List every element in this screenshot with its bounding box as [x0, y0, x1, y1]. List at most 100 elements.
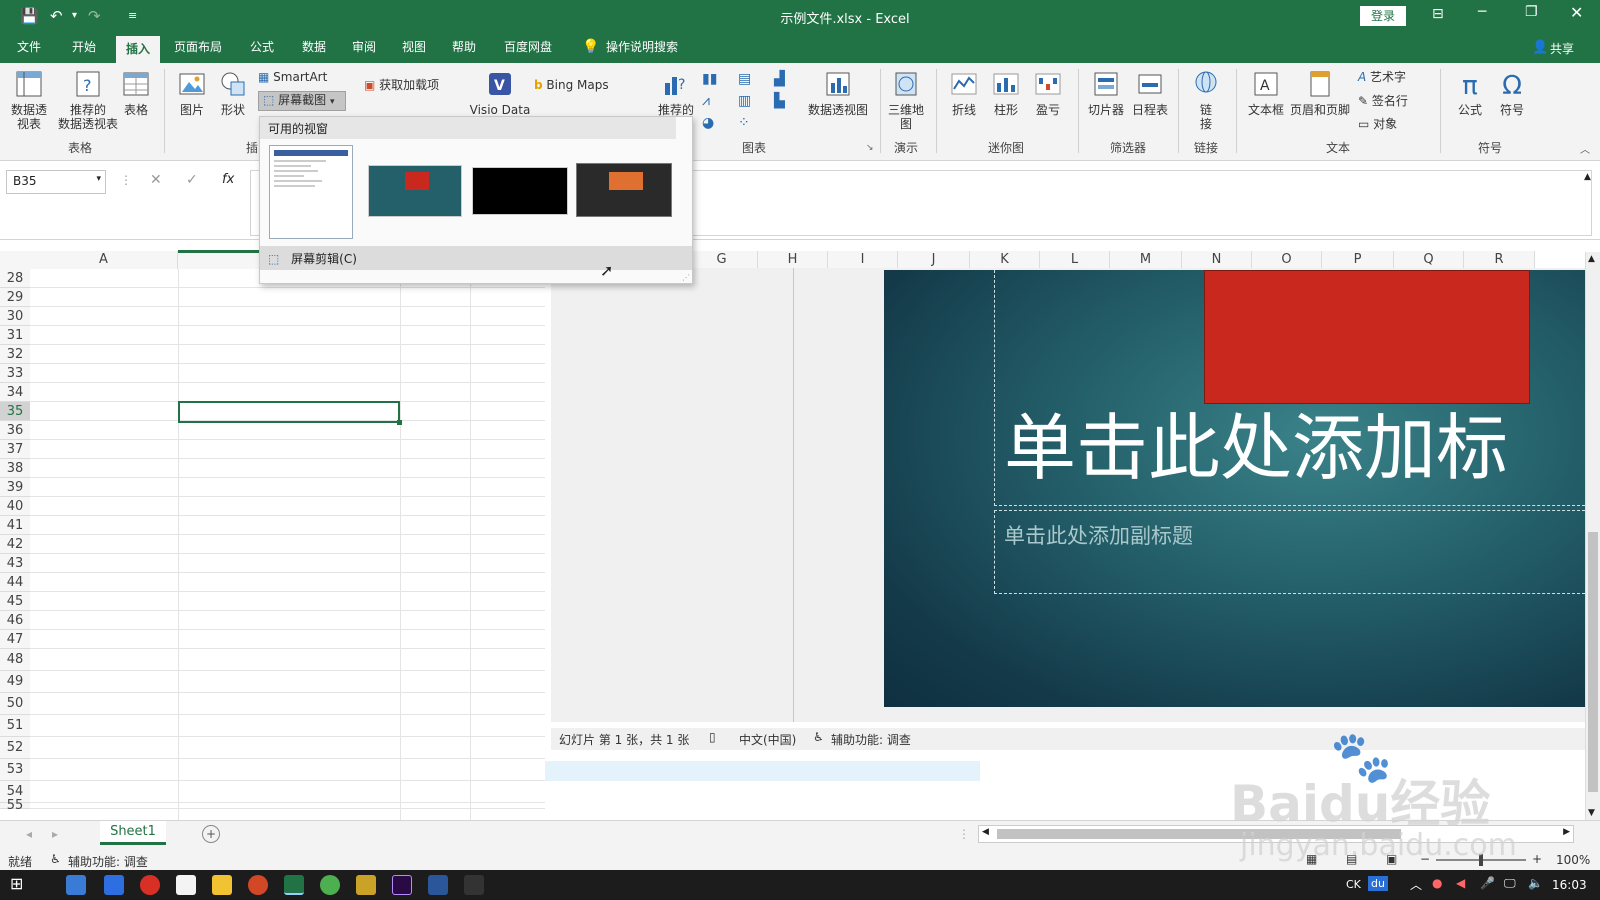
windows-start-icon[interactable]: ⊞ — [10, 874, 23, 893]
tab-review[interactable]: 审阅 — [346, 32, 382, 63]
column-header-o[interactable]: O — [1252, 251, 1322, 269]
login-button[interactable]: 登录 — [1360, 6, 1406, 26]
textbox-button[interactable]: A 文本框 — [1246, 69, 1286, 117]
window-thumbnail-ppt[interactable] — [368, 165, 462, 217]
row-header-53[interactable]: 53 — [0, 759, 30, 781]
row-header-33[interactable]: 33 — [0, 364, 30, 383]
vertical-scrollbar[interactable]: ▲ ▼ — [1585, 252, 1600, 820]
normal-view-icon[interactable]: ▦ — [1306, 852, 1317, 866]
taskbar-app-calendar-icon[interactable] — [176, 875, 196, 895]
window-thumbnail-black[interactable] — [472, 167, 568, 215]
tray-chevron-icon[interactable]: ︿ — [1410, 876, 1422, 893]
selected-cell-b35[interactable] — [178, 401, 400, 423]
fill-handle[interactable] — [397, 420, 402, 425]
tab-file[interactable]: 文件 — [11, 32, 47, 63]
tab-view[interactable]: 视图 — [396, 32, 432, 63]
zoom-slider-thumb[interactable] — [1479, 854, 1483, 866]
window-thumbnail-document[interactable] — [269, 145, 353, 239]
smartart-button[interactable]: ▦ SmartArt — [258, 69, 327, 85]
scroll-up-icon[interactable]: ▲ — [1588, 254, 1595, 264]
page-layout-view-icon[interactable]: ▤ — [1346, 852, 1357, 866]
dialog-launcher-icon[interactable]: ↘ — [866, 143, 874, 153]
pivotchart-button[interactable]: 数据透视图 — [806, 69, 870, 117]
split-handle-icon[interactable]: ⋮ — [958, 827, 970, 841]
taskbar-chrome-icon[interactable] — [320, 875, 340, 895]
waterfall-chart-icon[interactable]: ▟ — [774, 71, 785, 87]
share-button[interactable]: 共享 — [1550, 40, 1574, 57]
tab-page-layout[interactable]: 页面布局 — [168, 32, 228, 63]
tray-volume-icon[interactable]: 🔈 — [1528, 876, 1543, 890]
tab-insert[interactable]: 插入 — [116, 36, 161, 63]
taskbar-file-explorer-icon[interactable] — [212, 875, 232, 895]
sparkline-winloss-button[interactable]: 盈亏 — [1030, 69, 1066, 117]
row-header-48[interactable]: 48 — [0, 649, 30, 671]
taskbar-app-red-icon[interactable] — [140, 875, 160, 895]
row-header-36[interactable]: 36 — [0, 421, 30, 440]
horizontal-scrollbar[interactable]: ◀ ▶ — [978, 825, 1574, 843]
column-header-j[interactable]: J — [898, 251, 970, 269]
insert-function-icon[interactable]: fx — [222, 172, 234, 187]
column-header-g[interactable]: G — [686, 251, 758, 269]
ppt-language[interactable]: 中文(中国) — [739, 731, 796, 748]
screen-clipping-menu-item[interactable]: ⬚ 屏幕剪辑(C) — [260, 246, 692, 270]
row-header-47[interactable]: 47 — [0, 630, 30, 649]
row-header-49[interactable]: 49 — [0, 671, 30, 693]
scatter-chart-icon[interactable]: ⁘ — [738, 115, 750, 131]
tray-qq-icon[interactable]: ● — [1432, 876, 1442, 890]
taskbar-word-icon[interactable] — [428, 875, 448, 895]
tray-network-icon[interactable]: 🖵 — [1504, 876, 1516, 891]
pie-chart-icon[interactable]: ◕ — [702, 115, 714, 131]
column-header-i[interactable]: I — [828, 251, 898, 269]
row-header-51[interactable]: 51 — [0, 715, 30, 737]
sheet-tab-sheet1[interactable]: Sheet1 — [100, 821, 166, 845]
window-thumbnail-dark-app[interactable] — [576, 163, 672, 217]
enter-icon[interactable]: ✓ — [186, 172, 198, 188]
row-header-37[interactable]: 37 — [0, 440, 30, 459]
zoom-level[interactable]: 100% — [1556, 853, 1590, 867]
recommended-charts-button[interactable]: ? 推荐的 — [658, 69, 694, 117]
row-header-39[interactable]: 39 — [0, 478, 30, 497]
slicer-button[interactable]: 切片器 — [1086, 69, 1126, 117]
restore-icon[interactable]: ❐ — [1525, 4, 1538, 20]
row-header-42[interactable]: 42 — [0, 535, 30, 554]
3d-map-button[interactable]: 三维地 图 — [886, 69, 926, 131]
row-header-38[interactable]: 38 — [0, 459, 30, 478]
select-all-corner[interactable] — [0, 251, 30, 269]
header-footer-button[interactable]: 页眉和页脚 — [1288, 69, 1352, 117]
collapse-formula-icon[interactable]: ▲ — [1584, 172, 1591, 182]
resize-grip-icon[interactable]: ⋰ — [682, 273, 690, 282]
row-header-55[interactable]: 55 — [0, 799, 30, 812]
row-header-46[interactable]: 46 — [0, 611, 30, 630]
notes-icon[interactable]: ▯ — [709, 730, 716, 744]
zoom-out-icon[interactable]: − — [1420, 852, 1430, 866]
row-header-44[interactable]: 44 — [0, 573, 30, 592]
scroll-right-icon[interactable]: ▶ — [1563, 827, 1570, 837]
column-chart-icon[interactable]: ▮▮ — [702, 71, 717, 87]
sheet-next-icon[interactable]: ▸ — [52, 827, 58, 841]
slide[interactable]: 单击此处添加标 单击此处添加副标题 — [884, 270, 1585, 707]
ime-indicator-du[interactable]: du — [1368, 876, 1388, 891]
row-header-32[interactable]: 32 — [0, 345, 30, 364]
column-header-p[interactable]: P — [1322, 251, 1394, 269]
combo-chart-icon[interactable]: ▙ — [774, 93, 785, 109]
visio-data-button[interactable]: V Visio Data — [466, 69, 534, 117]
table-button[interactable]: 表格 — [120, 69, 152, 117]
tray-red-icon[interactable]: ◀ — [1456, 876, 1465, 890]
hierarchy-chart-icon[interactable]: ▤ — [738, 71, 751, 87]
get-addins-button[interactable]: ▣ 获取加载项 — [364, 77, 439, 93]
column-header-k[interactable]: K — [970, 251, 1040, 269]
cancel-icon[interactable]: ✕ — [150, 172, 162, 188]
wordart-button[interactable]: A 艺术字 — [1358, 69, 1406, 85]
shapes-button[interactable]: 形状 — [216, 69, 250, 117]
symbol-button[interactable]: Ω 符号 — [1494, 69, 1530, 117]
horizontal-scroll-thumb[interactable] — [997, 829, 1401, 839]
taskbar-app-mail-icon[interactable] — [66, 875, 86, 895]
recommended-pivottables-button[interactable]: ? 推荐的 数据透视表 — [58, 69, 118, 131]
column-header-a[interactable]: A — [30, 251, 178, 269]
column-header-q[interactable]: Q — [1394, 251, 1464, 269]
close-icon[interactable]: ✕ — [1570, 3, 1583, 22]
tray-mic-icon[interactable]: 🎤 — [1480, 876, 1495, 890]
object-button[interactable]: ▭ 对象 — [1358, 116, 1397, 132]
tab-formulas[interactable]: 公式 — [244, 32, 280, 63]
sheet-prev-icon[interactable]: ◂ — [26, 827, 32, 841]
